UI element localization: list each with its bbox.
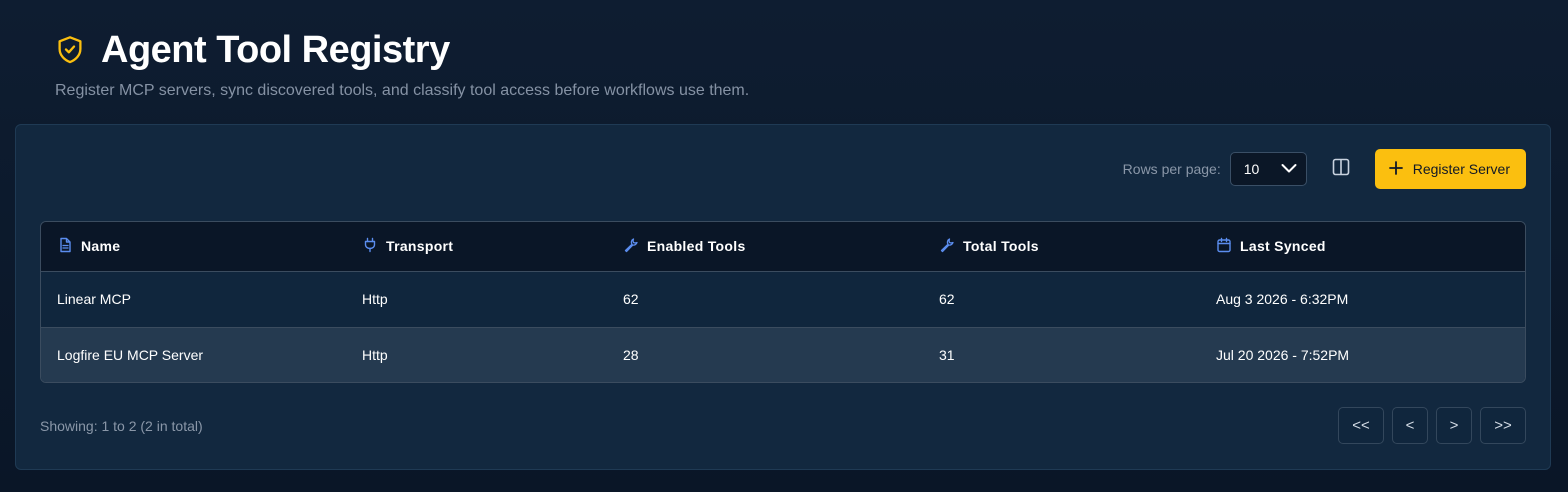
cell-total-tools: 31 bbox=[939, 347, 955, 364]
shield-check-icon bbox=[55, 35, 85, 65]
first-page-button[interactable]: << bbox=[1338, 407, 1384, 444]
pagination-controls: << < > >> bbox=[1338, 407, 1526, 444]
wrench-icon bbox=[939, 237, 955, 256]
cell-transport: Http bbox=[362, 291, 388, 307]
servers-table: Name Transport Enabled Tools Total Tools… bbox=[40, 221, 1526, 383]
columns-icon bbox=[1332, 158, 1350, 181]
cell-last-synced: Jul 20 2026 - 7:52PM bbox=[1216, 347, 1350, 364]
table-row[interactable]: Logfire EU MCP Server Http 28 31 Jul 20 … bbox=[41, 327, 1525, 382]
title-row: Agent Tool Registry bbox=[55, 28, 749, 72]
wrench-icon bbox=[623, 237, 639, 256]
table-row[interactable]: Linear MCP Http 62 62 Aug 3 2026 - 6:32P… bbox=[41, 271, 1525, 327]
plus-icon bbox=[1388, 160, 1403, 178]
cell-enabled-tools: 28 bbox=[623, 347, 639, 364]
cell-enabled-tools: 62 bbox=[623, 291, 639, 307]
plug-icon bbox=[362, 237, 378, 256]
pagination-summary: Showing: 1 to 2 (2 in total) bbox=[40, 418, 203, 434]
previous-page-button[interactable]: < bbox=[1392, 407, 1428, 444]
rows-per-page-value: 10 bbox=[1243, 161, 1260, 177]
calendar-icon bbox=[1216, 237, 1232, 256]
column-header-transport[interactable]: Transport bbox=[362, 222, 623, 271]
table-header-row: Name Transport Enabled Tools Total Tools… bbox=[41, 222, 1525, 271]
cell-transport: Http bbox=[362, 347, 388, 364]
cell-name: Logfire EU MCP Server bbox=[57, 347, 204, 364]
page: Agent Tool Registry Register MCP servers… bbox=[0, 0, 1568, 492]
page-subtitle: Register MCP servers, sync discovered to… bbox=[55, 82, 750, 99]
page-title: Agent Tool Registry bbox=[101, 29, 450, 71]
page-header: Agent Tool Registry Register MCP servers… bbox=[55, 28, 749, 101]
table-toolbar: Rows per page: 10 Register Server bbox=[1123, 149, 1526, 189]
toggle-columns-button[interactable] bbox=[1323, 151, 1359, 187]
column-header-enabled-tools[interactable]: Enabled Tools bbox=[623, 222, 939, 271]
column-header-name[interactable]: Name bbox=[41, 222, 362, 271]
chevron-down-icon bbox=[1280, 159, 1298, 180]
next-page-button[interactable]: > bbox=[1436, 407, 1472, 444]
cell-total-tools: 62 bbox=[939, 291, 955, 307]
document-icon bbox=[57, 237, 73, 256]
registry-card: Rows per page: 10 Register Server Name T… bbox=[15, 124, 1551, 470]
register-server-label: Register Server bbox=[1412, 161, 1510, 177]
cell-last-synced: Aug 3 2026 - 6:32PM bbox=[1216, 291, 1349, 307]
register-server-button[interactable]: Register Server bbox=[1374, 149, 1526, 189]
rows-per-page-select[interactable]: 10 bbox=[1229, 152, 1307, 186]
column-header-last-synced[interactable]: Last Synced bbox=[1216, 222, 1525, 271]
cell-name: Linear MCP bbox=[57, 291, 131, 307]
rows-per-page-label: Rows per page: bbox=[1122, 161, 1221, 177]
column-header-total-tools[interactable]: Total Tools bbox=[939, 222, 1216, 271]
last-page-button[interactable]: >> bbox=[1480, 407, 1526, 444]
